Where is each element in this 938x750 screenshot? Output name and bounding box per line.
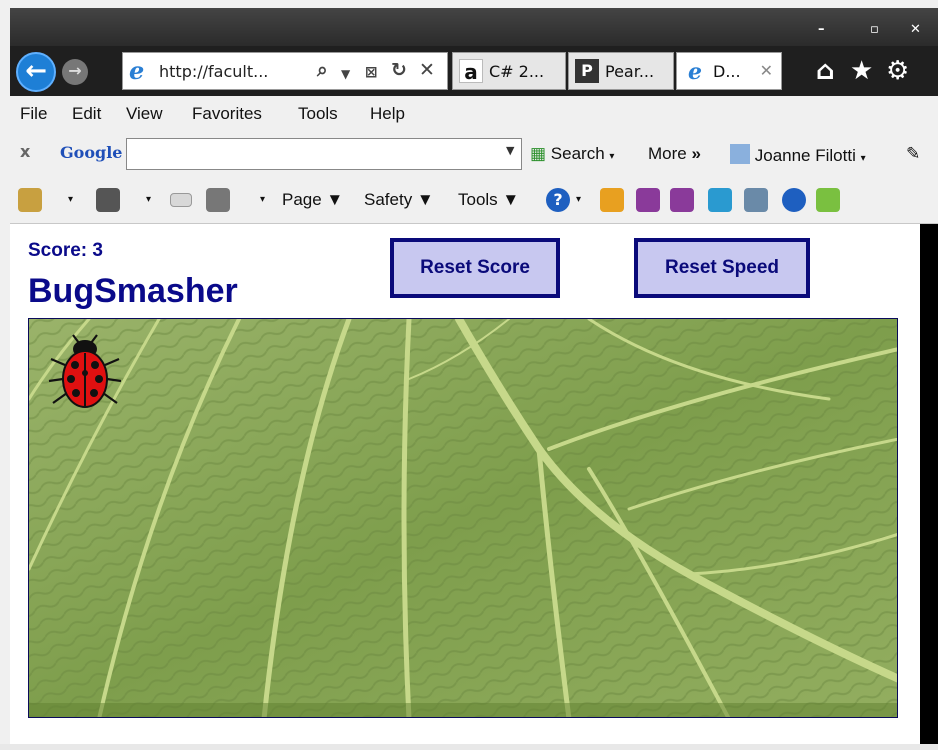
pearson-icon: P [575, 59, 599, 83]
tools-menu[interactable]: Tools ▼ [458, 190, 519, 210]
favorites-icon[interactable]: ★ [850, 56, 873, 86]
compatibility-icon[interactable]: ⊠ [365, 63, 378, 81]
google-logo: Google [60, 143, 123, 162]
onenote-link-icon[interactable] [670, 188, 694, 212]
search-icon[interactable]: ⌕ [317, 59, 328, 81]
menu-tools[interactable]: Tools [298, 104, 338, 124]
web-page: Score: 3 BugSmasher Reset Score Reset Sp… [10, 224, 920, 744]
address-text[interactable]: http://facult... [159, 62, 268, 81]
more-button[interactable]: More » [648, 144, 701, 164]
evernote-icon[interactable] [816, 188, 840, 212]
mail-icon[interactable] [170, 193, 192, 207]
google-search-button[interactable]: ▦ Search ▾ [530, 144, 614, 164]
media-icon[interactable] [744, 188, 768, 212]
page-menu[interactable]: Page ▼ [282, 190, 343, 210]
dropdown-icon[interactable]: ▾ [68, 194, 73, 205]
bluetooth-icon[interactable] [782, 188, 806, 212]
address-bar[interactable]: e http://facult... ⌕ ▼ ⊠ ↻ ✕ [122, 52, 448, 90]
tab-active[interactable]: e D... ✕ [676, 52, 782, 90]
leaf-background [29, 319, 897, 717]
help-icon[interactable]: ? [546, 188, 570, 212]
user-avatar-icon [730, 144, 750, 164]
home-icon[interactable]: ⌂ [816, 56, 835, 86]
home-page-icon[interactable] [18, 188, 42, 212]
menu-favorites[interactable]: Favorites [192, 104, 262, 124]
onenote-icon[interactable] [636, 188, 660, 212]
tab-pearson[interactable]: P Pear... [568, 52, 674, 90]
print-icon[interactable] [206, 188, 230, 212]
title-bar: – ▫ ✕ [10, 8, 938, 46]
dropdown-icon: ▾ [609, 151, 615, 162]
tab-csharp[interactable]: a C# 2... [452, 52, 566, 90]
close-window-icon[interactable]: ✕ [910, 22, 921, 37]
pen-icon[interactable] [600, 188, 624, 212]
safety-menu[interactable]: Safety ▼ [364, 190, 434, 210]
ladybug-icon[interactable] [45, 333, 125, 413]
feeds-icon[interactable] [96, 188, 120, 212]
google-search-icon: ▦ [530, 144, 547, 163]
settings-icon[interactable]: ⚙ [886, 56, 909, 86]
status-bar [0, 744, 938, 750]
menu-bar: File Edit View Favorites Tools Help [10, 96, 938, 132]
maximize-icon[interactable]: ▫ [870, 22, 879, 37]
browser-window: – ▫ ✕ ← → e http://facult... ⌕ ▼ ⊠ ↻ ✕ a… [0, 0, 938, 750]
dropdown-icon[interactable]: ▾ [146, 194, 151, 205]
reset-speed-button[interactable]: Reset Speed [634, 238, 810, 298]
back-button[interactable]: ← [16, 52, 56, 92]
stop-icon[interactable]: ✕ [419, 59, 435, 81]
ie-icon: e [688, 59, 702, 85]
navigation-bar: ← → e http://facult... ⌕ ▼ ⊠ ↻ ✕ a C# 2.… [10, 46, 938, 96]
menu-edit[interactable]: Edit [72, 104, 101, 124]
google-search-input[interactable] [126, 138, 522, 170]
search-dropdown-icon[interactable]: ▼ [506, 144, 514, 157]
google-toolbar: x Google ▼ ▦ Search ▾ More » Joanne Filo… [10, 132, 938, 176]
reset-score-button[interactable]: Reset Score [390, 238, 560, 298]
close-tab-icon[interactable]: ✕ [760, 61, 773, 80]
dropdown-icon: ▾ [860, 153, 866, 164]
minimize-icon[interactable]: – [818, 22, 825, 37]
menu-help[interactable]: Help [370, 104, 405, 124]
page-title: BugSmasher [28, 272, 238, 310]
forward-button[interactable]: → [62, 59, 88, 85]
menu-file[interactable]: File [20, 104, 47, 124]
double-chevron-icon: » [691, 144, 701, 163]
score-label: Score: 3 [28, 240, 103, 261]
wrench-icon[interactable]: ✎ [906, 144, 920, 164]
dropdown-icon[interactable]: ▼ [341, 67, 350, 81]
scrollbar[interactable] [920, 224, 938, 744]
refresh-icon[interactable]: ↻ [391, 59, 407, 81]
account-button[interactable]: Joanne Filotti ▾ [730, 144, 866, 166]
close-toolbar-icon[interactable]: x [20, 142, 30, 161]
game-canvas[interactable] [28, 318, 898, 718]
menu-view[interactable]: View [126, 104, 163, 124]
ie-icon: e [129, 56, 145, 85]
dropdown-icon[interactable]: ▾ [260, 194, 265, 205]
dropdown-icon[interactable]: ▾ [576, 194, 581, 205]
command-bar: ▾ ▾ ▾ Page ▼ Safety ▼ Tools ▼ ? ▾ [10, 176, 938, 224]
skype-icon[interactable] [708, 188, 732, 212]
amazon-icon: a [459, 59, 483, 84]
